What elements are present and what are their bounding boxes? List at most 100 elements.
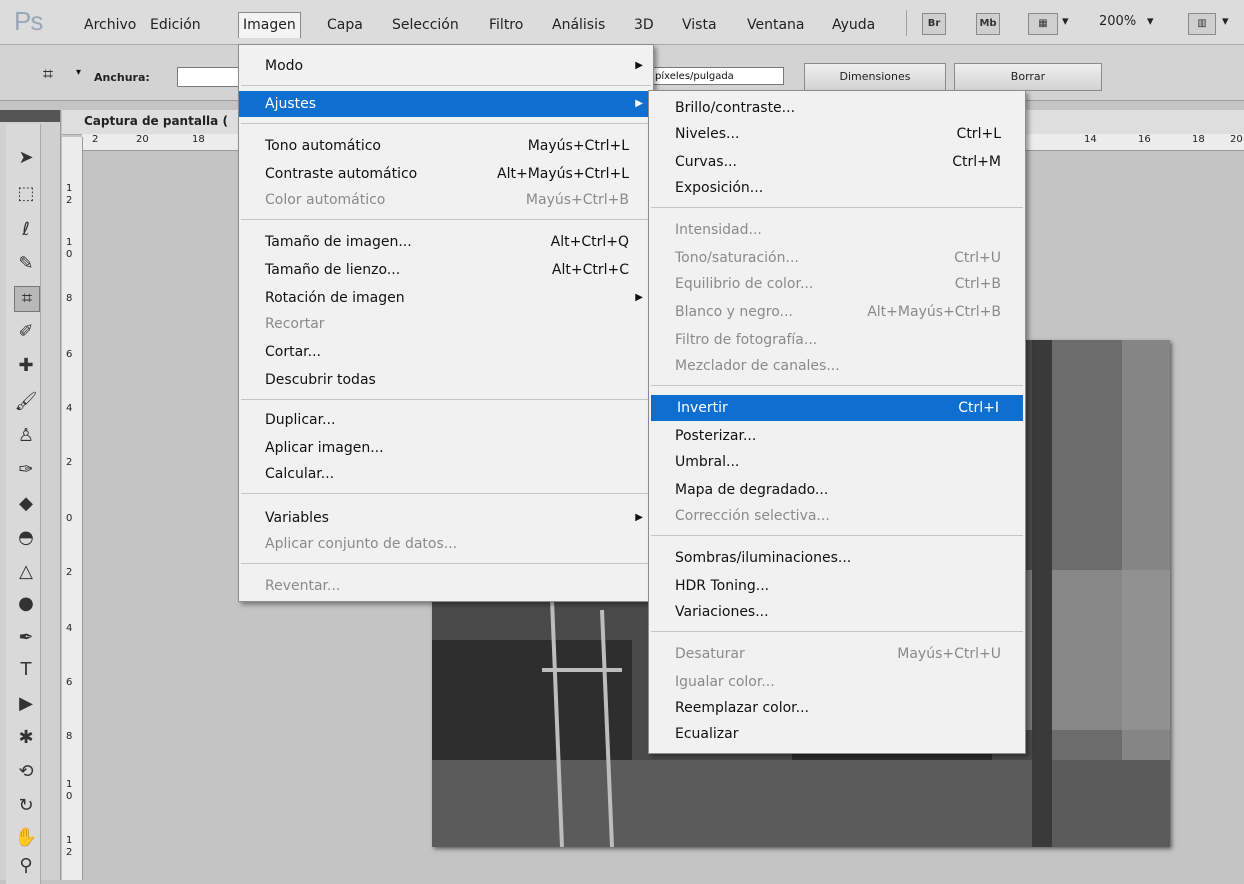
ruler-number: 14 [1084,134,1097,145]
width-input[interactable] [177,67,241,87]
menu-separator [241,123,651,124]
menu-item-contraste-automatico[interactable]: Contraste automático Alt+Mayús+Ctrl+L [239,161,653,187]
ruler-number: 4 [66,403,73,414]
menu-item-mapa-de-degradado[interactable]: Mapa de degradado... [649,477,1025,503]
menu-item-reventar[interactable]: Reventar... [239,573,653,599]
menu-item-ajustes[interactable]: Ajustes ▶ [239,91,653,117]
brush-tool-icon[interactable]: 🖌 [14,390,38,414]
menu-item-cortar[interactable]: Cortar... [239,339,653,365]
tool-preset-dropdown-icon[interactable]: ▾ [76,67,81,78]
menu-ventana[interactable]: Ventana [743,14,809,36]
healing-brush-tool-icon[interactable]: ✚ [14,354,38,378]
menu-separator [651,385,1023,386]
menu-item-color-automatico[interactable]: Color automático Mayús+Ctrl+B [239,187,653,213]
extras-icon[interactable]: ▦ [1028,13,1058,35]
ruler-number: 0 [66,513,73,524]
menu-analisis[interactable]: Análisis [548,14,609,36]
crop-tool-icon[interactable]: ⌗ [36,63,60,87]
ruler-number: 16 [1138,134,1151,145]
resolution-unit-select[interactable]: píxeles/pulgada [650,67,784,85]
submenu-arrow-icon: ▶ [635,292,643,303]
menu-item-ecualizar[interactable]: Ecualizar [649,721,1025,747]
quick-selection-tool-icon[interactable]: ✎ [14,252,38,276]
menu-item-reemplazar-color[interactable]: Reemplazar color... [649,695,1025,721]
path-selection-tool-icon[interactable]: ▶ [14,692,38,716]
menu-vista[interactable]: Vista [678,14,721,36]
vertical-ruler: 1 2 1 0 8 6 4 2 0 2 4 6 8 1 0 1 2 [62,137,83,880]
menu-filtro[interactable]: Filtro [485,14,527,36]
crop-tool-icon[interactable]: ⌗ [14,286,40,312]
dodge-tool-icon[interactable]: ● [14,592,38,616]
menu-item-igualar-color[interactable]: Igualar color... [649,669,1025,695]
menu-item-intensidad[interactable]: Intensidad... [649,217,1025,243]
menu-seleccion[interactable]: Selección [388,14,463,36]
blur-tool-icon[interactable]: △ [14,560,38,584]
menu-item-posterizar[interactable]: Posterizar... [649,423,1025,449]
dimensions-button[interactable]: Dimensiones [804,63,946,91]
mini-bridge-button[interactable]: Mb [976,13,1000,35]
3d-rotate-tool-icon[interactable]: ⟲ [14,760,38,784]
imagen-menu: Modo ▶ Ajustes ▶ Tono automático Mayús+Ctrl… [238,44,654,602]
pen-tool-icon[interactable]: ✒ [14,626,38,650]
zoom-dropdown-icon[interactable]: ▾ [1147,14,1154,29]
menu-item-tono-automatico[interactable]: Tono automático Mayús+Ctrl+L [239,133,653,159]
eraser-tool-icon[interactable]: ◆ [14,492,38,516]
menu-item-tamano-de-lienzo[interactable]: Tamaño de lienzo... Alt+Ctrl+C [239,257,653,283]
menu-item-duplicar[interactable]: Duplicar... [239,407,653,433]
arrange-documents-icon[interactable]: ▥ [1188,13,1216,35]
menu-archivo[interactable]: Archivo [80,14,140,36]
arrange-dropdown-icon[interactable]: ▾ [1222,14,1229,29]
menu-item-umbral[interactable]: Umbral... [649,449,1025,475]
zoom-tool-icon[interactable]: ⚲ [14,854,38,878]
hand-tool-icon[interactable]: ✋ [14,826,38,850]
menu-item-brillo-contraste[interactable]: Brillo/contraste... [649,95,1025,121]
clear-button[interactable]: Borrar [954,63,1102,91]
marquee-tool-icon[interactable]: ⬚ [14,182,38,206]
menu-item-sombras-iluminaciones[interactable]: Sombras/iluminaciones... [649,545,1025,571]
menu-item-descubrir-todas[interactable]: Descubrir todas [239,367,653,393]
menu-item-variables[interactable]: Variables ▶ [239,505,653,531]
menu-item-mezclador-de-canales[interactable]: Mezclador de canales... [649,353,1025,379]
eyedropper-tool-icon[interactable]: ✐ [14,320,38,344]
menu-item-tono-saturacion[interactable]: Tono/saturación... Ctrl+U [649,245,1025,271]
menu-item-recortar[interactable]: Recortar [239,311,653,337]
menu-item-invertir[interactable]: Invertir Ctrl+I [651,395,1023,421]
menu-item-desaturar[interactable]: Desaturar Mayús+Ctrl+U [649,641,1025,667]
3d-orbit-tool-icon[interactable]: ↻ [14,794,38,818]
bridge-button[interactable]: Br [922,13,946,35]
move-tool-icon[interactable]: ➤ [14,146,38,170]
menu-item-blanco-y-negro[interactable]: Blanco y negro... Alt+Mayús+Ctrl+B [649,299,1025,325]
menu-imagen[interactable]: Imagen [238,12,301,38]
menu-capa[interactable]: Capa [323,14,367,36]
clone-stamp-tool-icon[interactable]: ♙ [14,424,38,448]
extras-dropdown-icon[interactable]: ▾ [1062,14,1069,29]
menu-item-exposicion[interactable]: Exposición... [649,175,1025,201]
paint-bucket-tool-icon[interactable]: ◓ [14,526,38,550]
menu-item-niveles[interactable]: Niveles... Ctrl+L [649,121,1025,147]
menu-item-tamano-de-imagen[interactable]: Tamaño de imagen... Alt+Ctrl+Q [239,229,653,255]
ruler-number: 4 [66,623,73,634]
menu-item-filtro-de-fotografia[interactable]: Filtro de fotografía... [649,327,1025,353]
menu-edicion[interactable]: Edición [146,14,205,36]
ruler-number: 18 [192,134,205,145]
type-tool-icon[interactable]: T [14,658,38,682]
menu-item-hdr-toning[interactable]: HDR Toning... [649,573,1025,599]
menu-item-correccion-selectiva[interactable]: Corrección selectiva... [649,503,1025,529]
menu-item-aplicar-imagen[interactable]: Aplicar imagen... [239,435,653,461]
menu-item-equilibrio-de-color[interactable]: Equilibrio de color... Ctrl+B [649,271,1025,297]
lasso-tool-icon[interactable]: ℓ [14,218,38,242]
shape-tool-icon[interactable]: ✱ [14,726,38,750]
menu-item-rotacion-de-imagen[interactable]: Rotación de imagen ▶ [239,285,653,311]
menu-item-variaciones[interactable]: Variaciones... [649,599,1025,625]
menu-ayuda[interactable]: Ayuda [828,14,879,36]
menu-item-calcular[interactable]: Calcular... [239,461,653,487]
history-brush-tool-icon[interactable]: ✑ [14,458,38,482]
zoom-level[interactable]: 200% [1099,14,1136,29]
menu-3d[interactable]: 3D [630,14,658,36]
menu-separator [241,85,651,86]
menu-separator [651,535,1023,536]
menu-item-modo[interactable]: Modo ▶ [239,53,653,79]
menu-item-aplicar-conjunto-de-datos[interactable]: Aplicar conjunto de datos... [239,531,653,557]
tools-panel-header[interactable] [0,110,60,122]
menu-item-curvas[interactable]: Curvas... Ctrl+M [649,149,1025,175]
